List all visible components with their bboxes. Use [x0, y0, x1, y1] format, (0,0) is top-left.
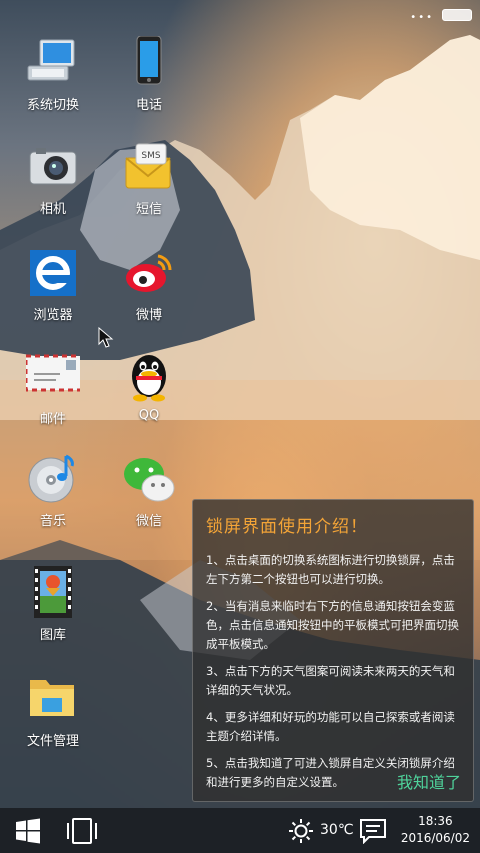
- tablet-switch-button[interactable]: [60, 808, 104, 853]
- camera-icon: [26, 140, 80, 194]
- sms-icon: SMS: [122, 140, 176, 194]
- tip-title: 锁屏界面使用介绍！: [206, 517, 368, 537]
- phone-icon: [122, 35, 176, 90]
- tip-item: 2、当有消息来临时右下方的信息通知按钮会变蓝色，点击信息通知按钮中的平板模式可把…: [206, 599, 459, 651]
- desktop-icon-label: QQ: [138, 408, 160, 423]
- desktop-icon-wechat[interactable]: 微信: [104, 452, 194, 529]
- desktop-icon-weibo[interactable]: 微博: [104, 246, 194, 323]
- notification-button[interactable]: [356, 808, 390, 853]
- status-dots: •••: [410, 12, 434, 23]
- got-it-button[interactable]: 我知道了: [397, 769, 461, 793]
- start-button[interactable]: [8, 808, 48, 853]
- desktop-icon-label: 图库: [39, 628, 66, 643]
- desktop-icon-music[interactable]: 音乐: [8, 452, 98, 529]
- desktop-icon-label: 微博: [135, 308, 162, 323]
- desktop-icon-label: 电话: [135, 98, 162, 113]
- gallery-icon: [26, 566, 80, 620]
- desktop-icon-system-switch[interactable]: 系统切换: [8, 36, 98, 113]
- lockscreen-intro-panel: 锁屏界面使用介绍！ 1、点击桌面的切换系统图标进行切换锁屏，点击左下方第二个按钮…: [192, 499, 474, 802]
- desktop-icon-label: 相机: [39, 202, 66, 217]
- mail-icon: [24, 350, 84, 404]
- temperature: 30℃: [320, 822, 354, 838]
- sun-icon: [289, 818, 313, 843]
- desktop-icon-phone[interactable]: 电话: [104, 35, 194, 113]
- status-bar: •••: [0, 0, 480, 30]
- message-icon: [360, 818, 386, 844]
- folder-icon: [26, 672, 80, 726]
- tip-item: 3、点击下方的天气图案可阅读未来两天的天气和详细的天气状况。: [206, 664, 455, 697]
- computer-switch-icon: [26, 36, 80, 90]
- clock-time: 18:36: [418, 814, 453, 828]
- music-icon: [26, 452, 80, 506]
- desktop-icon-mail[interactable]: 邮件: [8, 350, 98, 427]
- taskbar: 30℃ 18:36 2016/06/02: [0, 808, 480, 853]
- desktop-icon-camera[interactable]: 相机: [8, 140, 98, 217]
- desktop-icon-label: 浏览器: [33, 308, 73, 323]
- tip-item: 4、更多详细和好玩的功能可以自己探索或者阅读主题介绍详情。: [206, 710, 455, 743]
- desktop-icon-browser[interactable]: 浏览器: [8, 246, 98, 323]
- battery-icon: [442, 9, 472, 21]
- browser-icon: [26, 246, 80, 300]
- desktop-icon-label: 音乐: [39, 514, 66, 529]
- clock-date: 2016/06/02: [400, 831, 470, 845]
- desktop-icon-label: 微信: [135, 514, 162, 529]
- desktop-icon-qq[interactable]: QQ: [104, 350, 194, 423]
- desktop-icon-gallery[interactable]: 图库: [8, 566, 98, 643]
- desktop-icon-file-manager[interactable]: 文件管理: [8, 672, 98, 749]
- sms-badge-text: SMS: [141, 151, 160, 161]
- wechat-icon: [122, 452, 176, 506]
- clock[interactable]: 18:36 2016/06/02: [401, 813, 470, 847]
- qq-icon: [122, 350, 176, 404]
- mouse-cursor-icon: [98, 326, 114, 353]
- tip-item: 1、点击桌面的切换系统图标进行切换锁屏，点击左下方第二个按钮也可以进行切换。: [206, 553, 455, 586]
- desktop-icon-sms[interactable]: SMS 短信: [104, 140, 194, 217]
- weather-button[interactable]: [284, 808, 318, 853]
- desktop-icon-label: 邮件: [39, 412, 66, 427]
- weibo-icon: [122, 246, 176, 300]
- windows-start-icon: [16, 818, 40, 843]
- tablet-switch-icon: [67, 817, 97, 844]
- desktop-icon-label: 系统切换: [26, 98, 79, 113]
- desktop-icon-label: 短信: [135, 202, 162, 217]
- desktop-icon-label: 文件管理: [26, 734, 79, 749]
